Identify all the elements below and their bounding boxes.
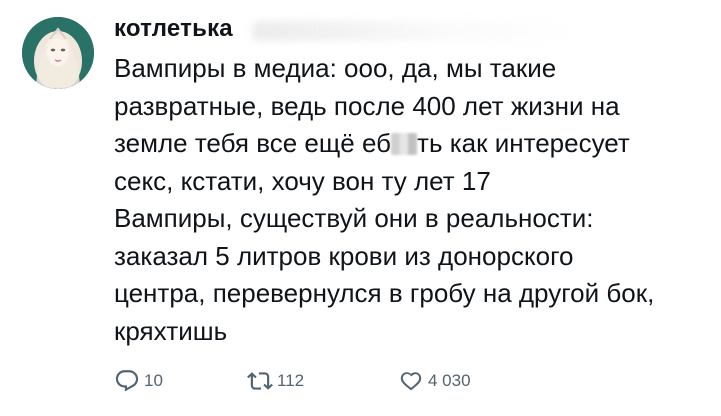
tweet-line-part: ть как интересует [417, 128, 630, 158]
tweet-text: Вампиры в медиа: ооо, да, мы такие развр… [114, 50, 714, 350]
like-count: 4 030 [428, 371, 471, 390]
heart-icon [400, 372, 422, 391]
retweet-count: 112 [277, 371, 305, 390]
blurred-handle [252, 21, 582, 41]
avatar[interactable] [22, 17, 94, 89]
author-name[interactable]: котлетька [114, 15, 233, 43]
avatar-image [22, 17, 94, 89]
tweet-line: Вампиры, существуй они в реальности: [114, 203, 594, 233]
censor-blur [391, 133, 418, 155]
retweet-button[interactable]: 112 [247, 366, 304, 396]
tweet-line: заказал 5 литров крови из донорского [114, 240, 574, 271]
tweet-line: Вампиры в медиа: ооо, да, мы такие [114, 53, 557, 83]
tweet-line: кряхтишь [114, 315, 228, 346]
tweet-line: земле тебя все ещё еб ть как интересует [114, 125, 714, 163]
speech-bubble-icon [115, 370, 139, 392]
tweet-line: секс, кстати, хочу вон ту лет 17 [114, 165, 491, 196]
tweet-line: развратные, ведь после 400 лет жизни на [114, 90, 620, 121]
reply-button[interactable]: 10 [114, 366, 163, 396]
tweet-line: центра, перевернулся в гробу на другой б… [114, 278, 655, 308]
retweet-arrows-icon [247, 372, 273, 390]
like-button[interactable]: 4 030 [398, 366, 471, 396]
action-bar: 10 112 4 030 [114, 366, 674, 396]
tweet-card: котлетька Вампиры в медиа: ооо, да, мы т… [0, 0, 721, 416]
reply-count: 10 [144, 371, 163, 390]
tweet-line-part: земле тебя все ещё еб [114, 128, 392, 158]
